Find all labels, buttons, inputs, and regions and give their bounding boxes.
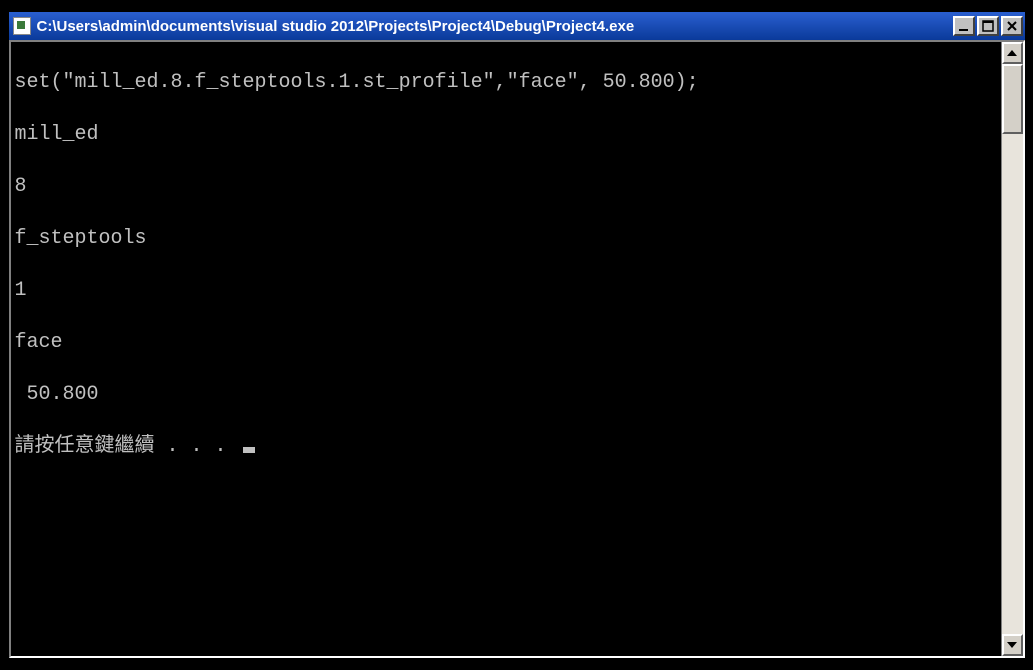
scroll-thumb[interactable] bbox=[1002, 64, 1023, 134]
scroll-up-button[interactable] bbox=[1002, 42, 1023, 64]
console-prompt: 請按任意鍵繼續 . . . bbox=[15, 435, 239, 458]
console-line: 50.800 bbox=[15, 382, 999, 408]
vertical-scrollbar[interactable] bbox=[1001, 42, 1023, 656]
console-line: f_steptools bbox=[15, 226, 999, 252]
arrow-down-icon bbox=[1007, 642, 1017, 648]
console-output[interactable]: set("mill_ed.8.f_steptools.1.st_profile"… bbox=[11, 42, 1001, 656]
window-controls bbox=[951, 16, 1023, 36]
console-line: mill_ed bbox=[15, 122, 999, 148]
console-line: face bbox=[15, 330, 999, 356]
arrow-up-icon bbox=[1007, 50, 1017, 56]
minimize-button[interactable] bbox=[953, 16, 975, 36]
window-title: C:\Users\admin\documents\visual studio 2… bbox=[37, 18, 951, 35]
client-area: set("mill_ed.8.f_steptools.1.st_profile"… bbox=[9, 40, 1025, 658]
cursor-icon bbox=[243, 447, 255, 453]
close-button[interactable] bbox=[1001, 16, 1023, 36]
console-prompt-line: 請按任意鍵繼續 . . . bbox=[15, 434, 999, 460]
scroll-track[interactable] bbox=[1002, 64, 1023, 634]
titlebar[interactable]: C:\Users\admin\documents\visual studio 2… bbox=[9, 12, 1025, 40]
console-window: C:\Users\admin\documents\visual studio 2… bbox=[7, 10, 1027, 660]
console-line: 8 bbox=[15, 174, 999, 200]
scroll-down-button[interactable] bbox=[1002, 634, 1023, 656]
console-line: 1 bbox=[15, 278, 999, 304]
app-icon bbox=[13, 17, 31, 35]
maximize-button[interactable] bbox=[977, 16, 999, 36]
console-line: set("mill_ed.8.f_steptools.1.st_profile"… bbox=[15, 70, 999, 96]
